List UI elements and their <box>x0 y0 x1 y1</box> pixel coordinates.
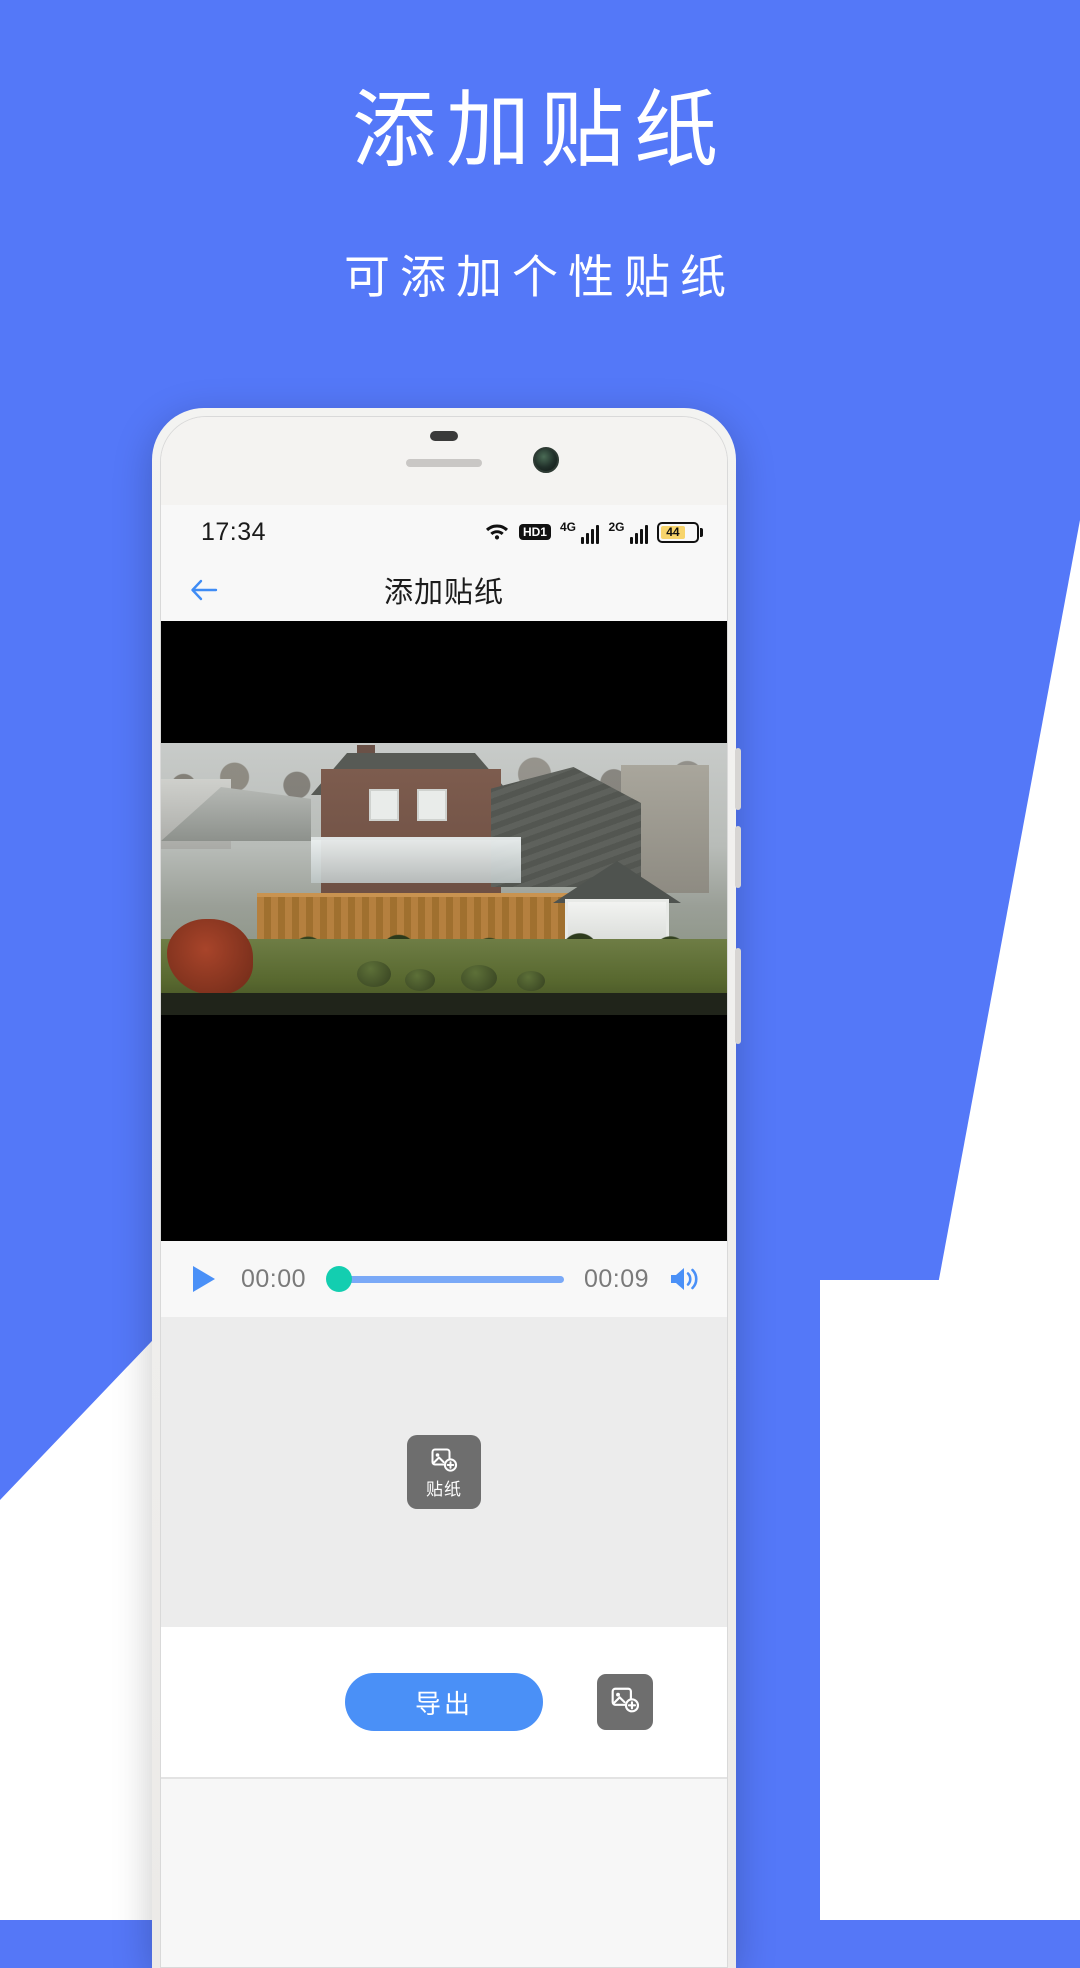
sticker-icon <box>430 1446 458 1479</box>
status-icons: HD1 4G 2G 44 <box>484 519 703 546</box>
scene-window-right <box>417 789 447 821</box>
export-button[interactable]: 导出 <box>345 1673 543 1731</box>
battery-level: 44 <box>666 525 680 539</box>
bottom-divider <box>161 1777 727 1779</box>
sticker-tool-label: 贴纸 <box>426 1480 462 1499</box>
battery-fill: 44 <box>661 525 685 539</box>
signal-4g-bars <box>580 524 600 544</box>
phone-mockup: 17:34 HD1 4G 2G 44 添加贴纸 00:00 00:09 贴纸 导… <box>152 408 741 1968</box>
scene-shrub <box>461 965 497 991</box>
player-current-time: 00:00 <box>241 1264 307 1293</box>
nav-title: 添加贴纸 <box>383 577 504 609</box>
scene-conservatory <box>311 837 521 883</box>
speaker-grille <box>406 459 482 467</box>
signal-2g-bars <box>629 524 648 544</box>
promo-headings: 添加贴纸 可添加个性贴纸 <box>0 0 1080 300</box>
seek-handle[interactable] <box>326 1266 353 1292</box>
video-frame-image <box>161 743 727 1015</box>
scene-shrub <box>517 971 545 991</box>
sticker-icon <box>610 1685 640 1720</box>
seek-bar[interactable] <box>326 1264 564 1294</box>
status-bar: 17:34 HD1 4G 2G 44 <box>161 505 727 559</box>
scene-shrub <box>357 961 391 987</box>
signal-4g-icon: 4G <box>560 521 600 544</box>
bottom-action-bar: 导出 <box>161 1627 727 1777</box>
power-button[interactable] <box>735 948 741 1044</box>
signal-2g-label: 2G <box>608 519 625 534</box>
phone-screen: 17:34 HD1 4G 2G 44 添加贴纸 00:00 00:09 贴纸 导… <box>160 416 728 1968</box>
seek-track[interactable] <box>340 1275 564 1283</box>
page-title: 添加贴纸 <box>351 83 728 177</box>
volume-up-button[interactable] <box>735 748 741 810</box>
scene-shrub <box>405 969 435 991</box>
scene-foreground <box>161 993 727 1015</box>
status-time: 17:34 <box>201 517 267 546</box>
wifi-icon <box>484 519 510 546</box>
player-total-time: 00:09 <box>583 1264 649 1293</box>
battery-body: 44 <box>657 521 699 543</box>
hd-badge: HD1 <box>518 524 551 540</box>
signal-4g-label: 4G <box>559 519 576 534</box>
volume-icon[interactable] <box>663 1258 705 1300</box>
earpiece-icon <box>430 431 458 441</box>
nav-bar: 添加贴纸 <box>161 559 727 621</box>
sticker-tool-button[interactable]: 贴纸 <box>407 1435 481 1509</box>
battery-cap <box>700 527 703 537</box>
volume-down-button[interactable] <box>735 826 741 888</box>
page-subtitle: 可添加个性贴纸 <box>344 251 736 303</box>
player-controls: 00:00 00:09 <box>161 1241 727 1317</box>
video-preview[interactable] <box>161 621 727 1241</box>
front-camera-icon <box>533 447 559 473</box>
editor-panel: 贴纸 <box>161 1317 727 1627</box>
scene-window-left <box>369 789 399 821</box>
sticker-button[interactable] <box>597 1674 653 1730</box>
play-icon[interactable] <box>183 1259 223 1299</box>
battery-icon: 44 <box>657 521 703 543</box>
signal-2g-icon: 2G <box>608 521 648 544</box>
phone-top-bezel <box>161 417 727 505</box>
